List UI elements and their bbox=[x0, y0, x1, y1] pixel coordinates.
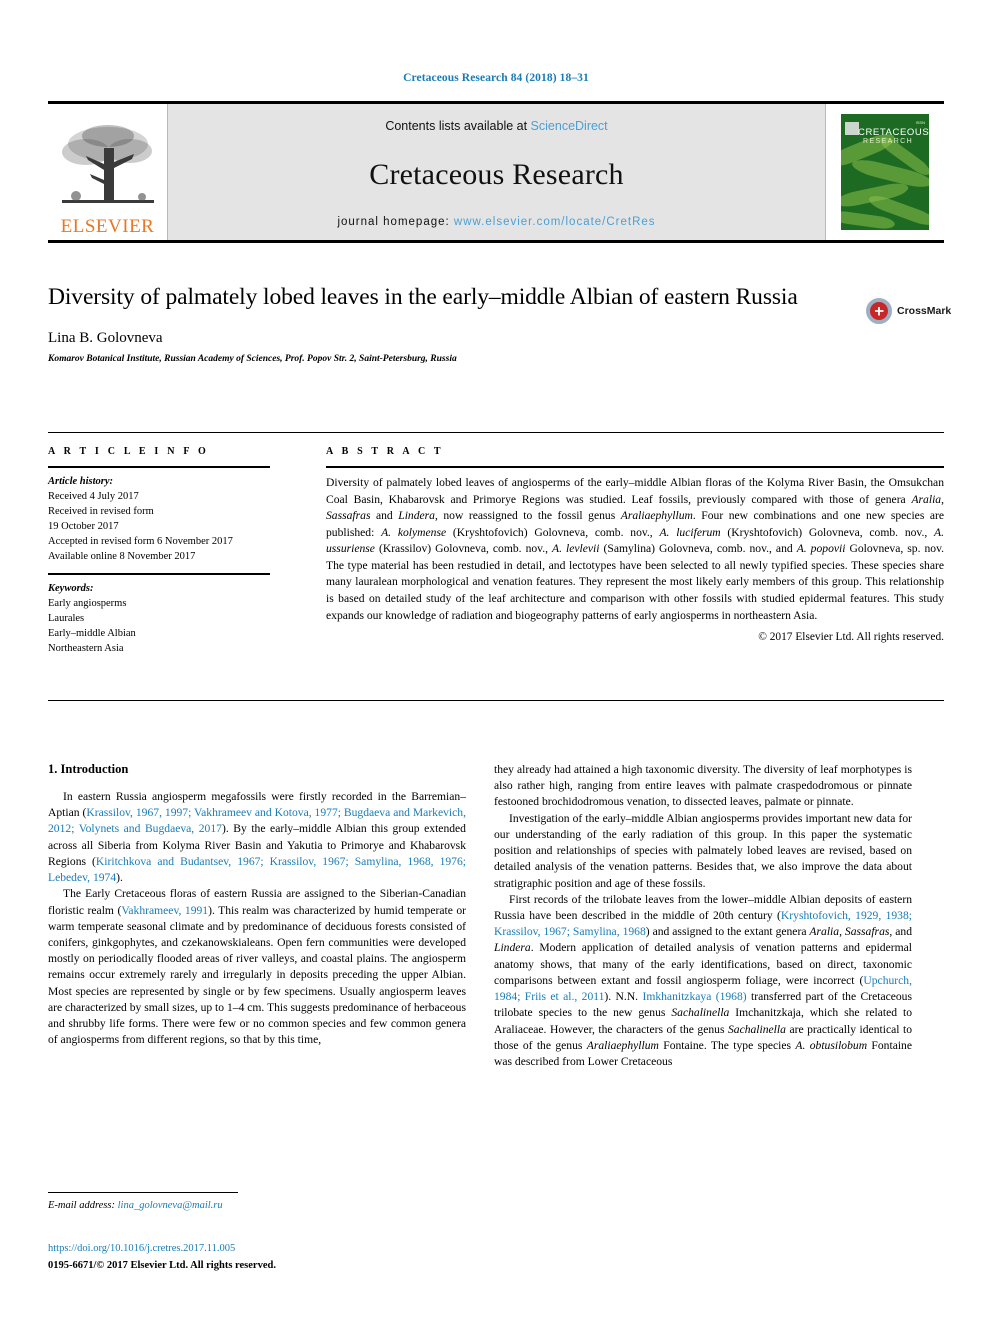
abstract-text: Diversity of palmately lobed leaves of a… bbox=[326, 476, 945, 622]
paragraph: In eastern Russia angiosperm megafossils… bbox=[48, 790, 466, 885]
masthead-rule-bottom bbox=[48, 240, 944, 243]
history-item: Available online 8 November 2017 bbox=[48, 550, 196, 562]
cover-image: ISSN CRETACEOUS RESEARCH bbox=[841, 114, 929, 230]
paragraph: Investigation of the early–middle Albian… bbox=[494, 811, 912, 890]
author-list: Lina B. Golovneva bbox=[48, 330, 163, 347]
abstract-column: A B S T R A C T Diversity of palmately l… bbox=[326, 446, 944, 643]
history-item: 19 October 2017 bbox=[48, 520, 119, 532]
running-head: Cretaceous Research 84 (2018) 18–31 bbox=[403, 72, 589, 84]
abstract-rule bbox=[326, 466, 944, 468]
abstract-copyright: © 2017 Elsevier Ltd. All rights reserved… bbox=[758, 631, 944, 644]
journal-homepage-line: journal homepage: www.elsevier.com/locat… bbox=[337, 216, 655, 228]
cover-corner-text: ISSN bbox=[915, 120, 925, 125]
email-label: E-mail address: bbox=[48, 1200, 115, 1211]
journal-cover-thumbnail: ISSN CRETACEOUS RESEARCH bbox=[825, 104, 944, 240]
journal-title: Cretaceous Research bbox=[369, 157, 624, 191]
keywords-group: Keywords: Early angiosperms Laurales Ear… bbox=[48, 582, 270, 657]
crossmark-badge[interactable]: CrossMark bbox=[866, 292, 951, 330]
history-item: Received in revised form bbox=[48, 505, 154, 517]
cover-title-line1: CRETACEOUS bbox=[858, 127, 929, 138]
keyword-item: Early–middle Albian bbox=[48, 628, 136, 640]
history-item: Accepted in revised form 6 November 2017 bbox=[48, 535, 233, 547]
cover-elsevier-mark bbox=[845, 122, 859, 135]
crossmark-icon bbox=[866, 298, 892, 324]
article-history-label: Article history: bbox=[48, 476, 114, 487]
page-title: Diversity of palmately lobed leaves in t… bbox=[48, 284, 798, 310]
history-item: Received 4 July 2017 bbox=[48, 490, 139, 502]
article-info-column: A R T I C L E I N F O Article history: R… bbox=[48, 446, 270, 657]
contents-available-line: Contents lists available at ScienceDirec… bbox=[385, 119, 607, 133]
body-column-left: 1. Introduction In eastern Russia angios… bbox=[48, 762, 466, 1049]
section-heading-introduction: 1. Introduction bbox=[48, 762, 129, 776]
homepage-prefix: journal homepage: bbox=[337, 216, 454, 228]
issn-copyright: 0195-6671/© 2017 Elsevier Ltd. All right… bbox=[48, 1260, 276, 1271]
paragraph: First records of the trilobate leaves fr… bbox=[494, 892, 913, 1068]
corresponding-email-line: E-mail address: lina_golovneva@mail.ru bbox=[48, 1200, 466, 1211]
body-column-right: they already had attained a high taxonom… bbox=[494, 762, 912, 1070]
sciencedirect-link[interactable]: ScienceDirect bbox=[531, 119, 608, 133]
contents-prefix: Contents lists available at bbox=[385, 119, 531, 133]
keyword-item: Laurales bbox=[48, 613, 85, 625]
keywords-rule bbox=[48, 573, 270, 576]
crossmark-label: CrossMark bbox=[897, 305, 952, 317]
cover-title-line2: RESEARCH bbox=[863, 138, 914, 145]
elsevier-wordmark: ELSEVIER bbox=[60, 216, 155, 237]
paragraph: they already had attained a high taxonom… bbox=[494, 763, 912, 809]
elsevier-logo: ELSEVIER bbox=[48, 104, 168, 240]
journal-masthead: ELSEVIER Contents lists available at Sci… bbox=[48, 104, 944, 240]
keyword-item: Northeastern Asia bbox=[48, 643, 124, 655]
info-rule-bottom bbox=[48, 700, 944, 701]
email-link[interactable]: lina_golovneva@mail.ru bbox=[118, 1200, 223, 1211]
elsevier-tree-icon bbox=[61, 125, 154, 203]
paragraph: The Early Cretaceous floras of eastern R… bbox=[48, 887, 466, 1047]
homepage-url-link[interactable]: www.elsevier.com/locate/CretRes bbox=[454, 216, 656, 228]
article-page: Cretaceous Research 84 (2018) 18–31 ELSE… bbox=[0, 0, 992, 1323]
title-block: Diversity of palmately lobed leaves in t… bbox=[48, 282, 828, 364]
affiliation: Komarov Botanical Institute, Russian Aca… bbox=[48, 354, 457, 365]
masthead-center: Contents lists available at ScienceDirec… bbox=[168, 104, 825, 240]
keywords-label: Keywords: bbox=[48, 583, 94, 595]
article-info-heading: A R T I C L E I N F O bbox=[48, 446, 209, 457]
footnote-rule bbox=[48, 1192, 238, 1193]
doi-link[interactable]: https://doi.org/10.1016/j.cretres.2017.1… bbox=[48, 1243, 235, 1254]
info-rule-top bbox=[48, 432, 944, 433]
article-info-rule bbox=[48, 466, 270, 468]
article-history-group: Article history: Received 4 July 2017 Re… bbox=[48, 475, 270, 564]
abstract-heading: A B S T R A C T bbox=[326, 446, 444, 457]
keyword-item: Early angiosperms bbox=[48, 598, 127, 610]
